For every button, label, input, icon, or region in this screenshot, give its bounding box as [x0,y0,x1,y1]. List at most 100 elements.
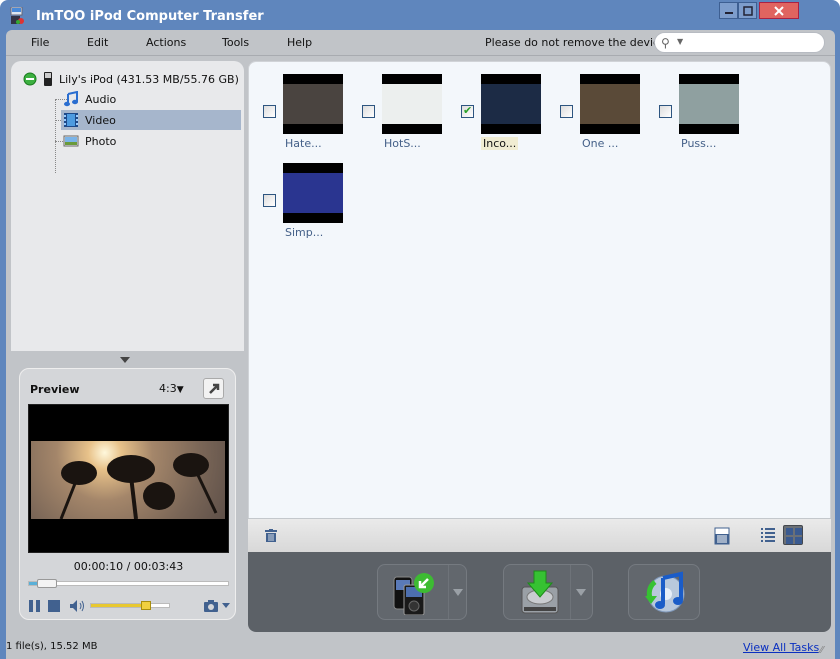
popout-button[interactable] [203,378,224,399]
video-item[interactable]: One ... [560,74,660,154]
chevron-down-icon[interactable] [453,589,463,596]
volume-icon[interactable] [69,599,86,613]
tree-item-photo[interactable]: Photo [61,131,241,151]
action-bar [248,552,831,632]
video-item[interactable]: Simp... [263,163,363,243]
video-checkbox[interactable] [659,105,672,118]
transfer-to-itunes-button[interactable] [628,564,700,620]
ipod-icon [44,72,52,86]
video-label[interactable]: Simp... [283,226,325,239]
volume-thumb[interactable] [140,601,151,610]
video-checkbox[interactable] [560,105,573,118]
transfer-device-to-device-button[interactable] [377,564,467,620]
view-all-tasks-link[interactable]: View All Tasks [743,641,819,654]
video-label[interactable]: HotS... [382,137,423,150]
device-tree-panel: Lily's iPod (431.53 MB/55.76 GB) Audio V… [11,61,244,351]
tree-device[interactable]: Lily's iPod (431.53 MB/55.76 GB) [23,69,239,89]
device-notice: Please do not remove the device [485,36,666,49]
video-label[interactable]: One ... [580,137,620,150]
search-icon: ⚲ [661,36,670,50]
video-item[interactable]: Puss... [659,74,759,154]
thumbnail-frame [283,84,343,124]
video-checkbox[interactable] [263,105,276,118]
snapshot-camera-icon[interactable] [203,599,219,612]
video-item[interactable]: Inco... [461,74,561,154]
maximize-icon [742,5,753,16]
transfer-device-to-computer-button[interactable] [503,564,593,620]
volume-fill [91,604,146,607]
device-label: Lily's iPod (431.53 MB/55.76 GB) [59,72,239,86]
chevron-down-icon[interactable] [576,589,586,596]
device-to-device-icon [393,573,434,615]
popout-arrow-icon [208,383,219,394]
status-summary: 1 file(s), 15.52 MB [6,641,98,652]
video-player[interactable] [28,404,229,553]
snapshot-dropdown-icon[interactable] [222,603,230,609]
separator [570,565,571,619]
thumbnail-frame [481,84,541,124]
music-note-icon [64,91,78,107]
search-dropdown-icon[interactable]: ▼ [677,37,683,46]
volume-slider[interactable] [90,601,170,610]
details-icon[interactable] [714,527,730,545]
aspect-ratio-value: 4:3 [159,382,177,395]
video-thumbnail[interactable] [382,74,442,134]
collapse-preview-arrow[interactable] [120,357,130,363]
seek-slider[interactable] [28,579,229,588]
timecode: 00:00:10 / 00:03:43 [73,560,184,573]
video-thumbnail[interactable] [481,74,541,134]
video-checkbox[interactable] [263,194,276,207]
tree-item-video[interactable]: Video [61,110,241,130]
video-label[interactable]: Inco... [481,137,519,150]
menu-tools[interactable]: Tools [222,36,249,49]
video-checkbox[interactable] [362,105,375,118]
grid-view-icon [786,528,802,544]
video-label[interactable]: Puss... [679,137,718,150]
search-input[interactable]: ⚲ ▼ [654,32,825,53]
window-title: ImTOO iPod Computer Transfer [36,9,264,24]
hard-drive-download-icon [521,570,559,614]
trash-icon[interactable] [265,529,277,542]
video-thumbnail[interactable] [283,74,343,134]
picture-icon [63,135,79,147]
collapse-icon[interactable] [23,72,37,86]
video-thumbnail[interactable] [580,74,640,134]
tree-item-audio[interactable]: Audio [61,89,241,109]
video-item[interactable]: Hate... [263,74,363,154]
thumbnail-frame [580,84,640,124]
menu-edit[interactable]: Edit [87,36,108,49]
preview-title: Preview [30,383,80,396]
list-view-icon[interactable] [761,528,775,542]
close-icon [774,5,784,16]
video-checkbox[interactable] [461,104,474,118]
video-grid-panel: Hate... HotS... Inco... One ... Puss... Simp.… [248,61,831,550]
video-item[interactable]: HotS... [362,74,462,154]
stop-icon[interactable] [48,599,61,612]
preview-panel: Preview 4:3▼ 00:00:10 / 00:03:43 [19,368,236,620]
menu-help[interactable]: Help [287,36,312,49]
minimize-icon [724,11,733,14]
separator [448,565,449,619]
thumbnail-frame [679,84,739,124]
itunes-icon [645,571,685,613]
video-thumbnail[interactable] [283,163,343,223]
grid-view-button[interactable] [783,525,803,545]
video-thumbnail[interactable] [679,74,739,134]
menu-actions[interactable]: Actions [146,36,186,49]
pause-icon[interactable] [29,599,41,612]
aspect-ratio-dropdown[interactable]: 4:3▼ [159,382,184,395]
thumbnail-frame [283,173,343,213]
minimize-button[interactable] [719,2,738,19]
video-label[interactable]: Hate... [283,137,324,150]
content-toolbar [248,518,831,552]
title-bar: ImTOO iPod Computer Transfer [0,0,840,32]
menu-bar: File Edit Actions Tools Help Please do n… [6,30,835,56]
menu-file[interactable]: File [31,36,49,49]
film-icon [64,113,78,127]
thumbnail-frame [382,84,442,124]
close-button[interactable] [759,2,799,19]
maximize-button[interactable] [738,2,757,19]
seek-thumb[interactable] [37,579,57,588]
chevron-down-icon: ▼ [176,385,184,395]
resize-grip-icon[interactable]: ⁄⁄ [820,645,823,656]
